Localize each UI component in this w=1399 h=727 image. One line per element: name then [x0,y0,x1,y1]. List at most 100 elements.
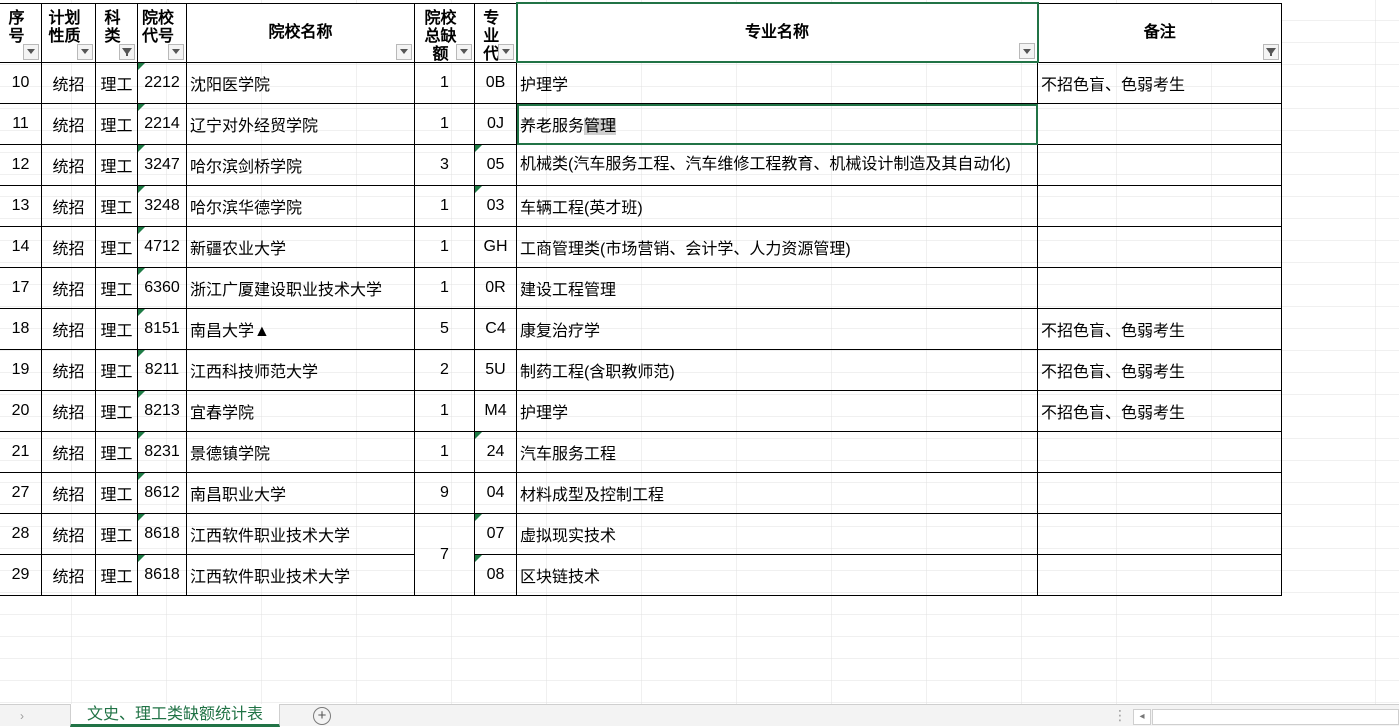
cell-major-code[interactable]: 03 [474,185,517,227]
cell-seq[interactable]: 29 [0,554,42,596]
filter-dropdown-icon[interactable] [497,43,514,60]
cell-major-name[interactable]: 汽车服务工程 [516,431,1038,473]
cell-note[interactable] [1037,267,1282,309]
header-school-total[interactable]: 院校总缺额 [414,2,475,63]
cell-plan[interactable]: 统招 [41,472,96,514]
filter-dropdown-icon[interactable] [23,43,39,60]
cell-seq[interactable]: 27 [0,472,42,514]
cell-school-name[interactable]: 景德镇学院 [186,431,415,473]
cell-note[interactable] [1037,431,1282,473]
cell-plan[interactable]: 统招 [41,431,96,473]
cell-category[interactable]: 理工 [95,513,138,555]
cell-note[interactable] [1037,472,1282,514]
cell-note[interactable] [1037,144,1282,186]
cell-school-name[interactable]: 江西软件职业技术大学 [186,513,415,555]
spreadsheet-area[interactable]: 序号 计划性质 科类 院校代号 院校名称 院校总缺额 专业代号 专业名称 备注 … [0,0,1399,704]
cell-major-name[interactable]: 虚拟现实技术 [516,513,1038,555]
cell-seq[interactable]: 10 [0,61,42,104]
splitter-dots-icon[interactable]: ⋮ [1113,707,1127,724]
filter-funnel-icon[interactable] [1263,43,1279,60]
header-category[interactable]: 科类 [95,2,138,63]
cell-note[interactable] [1037,554,1282,596]
cell-seq[interactable]: 18 [0,308,42,350]
cell-school-name[interactable]: 江西科技师范大学 [186,349,415,391]
cell-category[interactable]: 理工 [95,185,138,227]
cell-major-name[interactable]: 护理学 [516,61,1038,104]
cell-note[interactable] [1037,513,1282,555]
cell-total[interactable]: 1 [414,61,475,104]
header-major-code[interactable]: 专业代号 [474,2,517,63]
filter-dropdown-icon[interactable] [396,43,412,60]
cell-school-name[interactable]: 南昌大学▲ [186,308,415,350]
cell-seq[interactable]: 28 [0,513,42,555]
cell-school-code[interactable]: 8211 [137,349,187,391]
cell-plan[interactable]: 统招 [41,185,96,227]
cell-category[interactable]: 理工 [95,267,138,309]
horizontal-scrollbar[interactable] [1152,709,1399,725]
cell-plan[interactable]: 统招 [41,267,96,309]
cell-major-code[interactable]: 24 [474,431,517,473]
cell-category[interactable]: 理工 [95,349,138,391]
cell-category[interactable]: 理工 [95,61,138,104]
cell-school-name[interactable]: 宜春学院 [186,390,415,432]
cell-category[interactable]: 理工 [95,308,138,350]
filter-dropdown-icon[interactable] [456,43,472,60]
cell-seq[interactable]: 17 [0,267,42,309]
cell-major-name[interactable]: 建设工程管理 [516,267,1038,309]
cell-plan[interactable]: 统招 [41,61,96,104]
cell-school-code[interactable]: 8618 [137,513,187,555]
header-seq[interactable]: 序号 [0,2,42,63]
scroll-left-icon[interactable]: ◂ [1133,709,1151,725]
cell-major-code[interactable]: 0J [474,103,517,145]
cell-seq[interactable]: 20 [0,390,42,432]
filter-dropdown-icon[interactable] [1018,43,1035,59]
cell-note[interactable]: 不招色盲、色弱考生 [1037,61,1282,104]
cell-plan[interactable]: 统招 [41,103,96,145]
cell-school-code[interactable]: 8612 [137,472,187,514]
cell-major-name[interactable]: 工商管理类(市场营销、会计学、人力资源管理) [516,226,1038,268]
cell-seq[interactable]: 11 [0,103,42,145]
cell-school-code[interactable]: 2212 [137,61,187,104]
cell-major-code[interactable]: 0R [474,267,517,309]
cell-school-name[interactable]: 江西软件职业技术大学 [186,554,415,596]
filter-dropdown-icon[interactable] [168,43,184,60]
cell-total[interactable]: 1 [414,226,475,268]
cell-school-code[interactable]: 4712 [137,226,187,268]
cell-major-code[interactable]: 04 [474,472,517,514]
cell-note[interactable]: 不招色盲、色弱考生 [1037,390,1282,432]
cell-major-code[interactable]: 08 [474,554,517,596]
cell-total[interactable]: 2 [414,349,475,391]
header-plan-type[interactable]: 计划性质 [41,2,96,63]
cell-school-code[interactable]: 2214 [137,103,187,145]
cell-seq[interactable]: 21 [0,431,42,473]
sheet-tab-active[interactable]: 文史、理工类缺额统计表 [70,704,280,727]
cell-school-code[interactable]: 8618 [137,554,187,596]
cell-major-name[interactable]: 材料成型及控制工程 [516,472,1038,514]
cell-seq[interactable]: 13 [0,185,42,227]
cell-note[interactable] [1037,226,1282,268]
cell-category[interactable]: 理工 [95,390,138,432]
sheet-nav-arrow-icon[interactable]: › [20,709,24,723]
cell-seq[interactable]: 19 [0,349,42,391]
cell-major-name[interactable]: 护理学 [516,390,1038,432]
cell-total[interactable]: 1 [414,103,475,145]
cell-plan[interactable]: 统招 [41,554,96,596]
cell-major-name[interactable]: 康复治疗学 [516,308,1038,350]
cell-total[interactable]: 1 [414,390,475,432]
cell-category[interactable]: 理工 [95,431,138,473]
cell-note[interactable]: 不招色盲、色弱考生 [1037,308,1282,350]
cell-school-name[interactable]: 哈尔滨华德学院 [186,185,415,227]
cell-seq[interactable]: 14 [0,226,42,268]
cell-total[interactable]: 1 [414,267,475,309]
header-note[interactable]: 备注 [1037,2,1282,63]
cell-school-code[interactable]: 3247 [137,144,187,186]
cell-major-code[interactable]: 07 [474,513,517,555]
cell-plan[interactable]: 统招 [41,226,96,268]
cell-major-code[interactable]: 05 [474,144,517,186]
cell-major-name[interactable]: 机械类(汽车服务工程、汽车维修工程教育、机械设计制造及其自动化) [516,144,1038,186]
cell-major-code[interactable]: C4 [474,308,517,350]
add-sheet-icon[interactable]: + [313,707,331,725]
cell-plan[interactable]: 统招 [41,390,96,432]
cell-note[interactable]: 不招色盲、色弱考生 [1037,349,1282,391]
cell-school-name[interactable]: 浙江广厦建设职业技术大学 [186,267,415,309]
